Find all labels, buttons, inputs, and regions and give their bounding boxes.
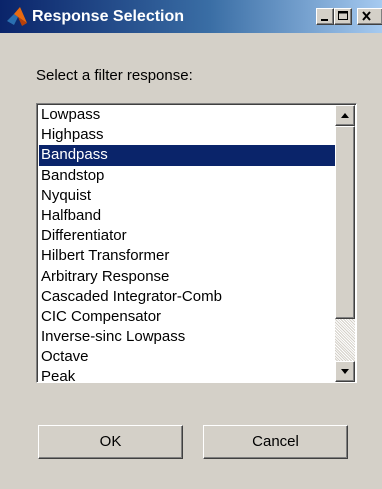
ok-button[interactable]: OK	[38, 425, 183, 459]
list-item[interactable]: Lowpass	[39, 105, 335, 125]
list-item[interactable]: Inverse-sinc Lowpass	[39, 327, 335, 347]
title-bar[interactable]: Response Selection	[0, 0, 382, 33]
list-item[interactable]: Halfband	[39, 206, 335, 226]
list-item[interactable]: Bandpass	[39, 145, 335, 166]
list-item[interactable]: Cascaded Integrator-Comb	[39, 287, 335, 307]
list-item[interactable]: Nyquist	[39, 186, 335, 206]
matlab-logo-icon	[6, 6, 28, 28]
close-button[interactable]	[357, 8, 382, 25]
window-title: Response Selection	[32, 8, 185, 25]
vertical-scrollbar[interactable]	[335, 105, 355, 382]
scroll-up-button[interactable]	[335, 105, 355, 126]
minimize-icon	[321, 19, 328, 21]
list-item[interactable]: Hilbert Transformer	[39, 246, 335, 266]
scroll-thumb[interactable]	[335, 126, 355, 319]
list-items: Lowpass Highpass Bandpass Bandstop Nyquist Ha…	[39, 105, 335, 382]
prompt-label: Select a filter response:	[36, 67, 193, 84]
list-item[interactable]: Bandstop	[39, 166, 335, 186]
list-item[interactable]: Peak	[39, 367, 335, 382]
minimize-button[interactable]	[316, 8, 334, 25]
list-item[interactable]: CIC Compensator	[39, 307, 335, 327]
arrow-down-icon	[341, 369, 349, 374]
cancel-button[interactable]: Cancel	[203, 425, 348, 459]
list-item[interactable]: Arbitrary Response	[39, 267, 335, 287]
scroll-down-button[interactable]	[335, 361, 355, 382]
list-item[interactable]: Highpass	[39, 125, 335, 145]
list-item[interactable]: Octave	[39, 347, 335, 367]
filter-response-listbox[interactable]: Lowpass Highpass Bandpass Bandstop Nyquist Ha…	[36, 103, 357, 383]
arrow-up-icon	[341, 113, 349, 118]
close-icon	[362, 11, 371, 21]
list-item[interactable]: Differentiator	[39, 226, 335, 246]
maximize-icon	[338, 11, 348, 20]
maximize-button[interactable]	[334, 8, 352, 25]
